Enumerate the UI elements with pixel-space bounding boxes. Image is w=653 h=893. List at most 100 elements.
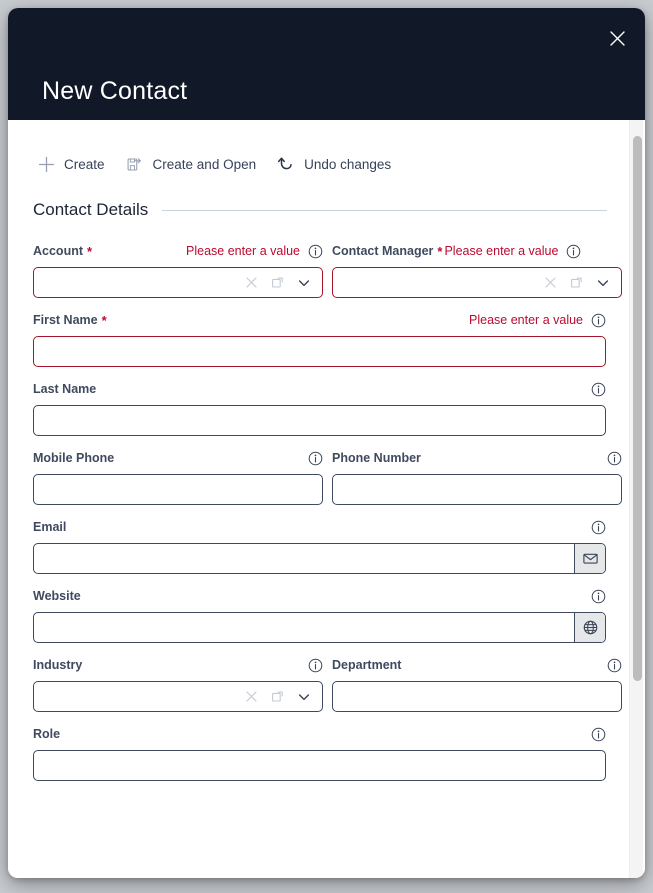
account-lookup[interactable] (33, 267, 323, 298)
last-name-field[interactable] (33, 405, 606, 436)
field-label-row: Contact Manager * Please enter a value (332, 240, 622, 262)
field-website: Website (33, 585, 606, 643)
action-toolbar: Create Create and Open Undo changes (8, 120, 645, 182)
first-name-label: First Name (33, 313, 98, 327)
open-in-new-icon[interactable] (570, 276, 583, 289)
contact-manager-error-message: Please enter a value (444, 244, 559, 258)
undo-icon (276, 154, 296, 174)
envelope-icon[interactable] (574, 544, 605, 573)
vertical-scrollbar[interactable] (629, 120, 643, 878)
last-name-label: Last Name (33, 382, 97, 396)
field-label-row: Email (33, 516, 606, 538)
last-name-input[interactable] (34, 406, 605, 435)
form-row: Role (33, 723, 606, 781)
chevron-down-icon[interactable] (297, 690, 311, 704)
dialog-title: New Contact (42, 77, 188, 105)
close-icon[interactable] (601, 22, 633, 54)
clear-icon[interactable] (544, 276, 557, 289)
field-label-row: Industry (33, 654, 323, 676)
field-label-row: Website (33, 585, 606, 607)
required-asterisk: * (437, 243, 443, 259)
role-label: Role (33, 727, 61, 741)
role-field[interactable] (33, 750, 606, 781)
contact-manager-label: Contact Manager (332, 244, 434, 258)
industry-input[interactable] (34, 682, 245, 711)
contact-manager-input[interactable] (333, 268, 544, 297)
phone-number-field[interactable] (332, 474, 622, 505)
website-input[interactable] (34, 613, 574, 642)
phone-number-input[interactable] (333, 475, 621, 504)
industry-lookup[interactable] (33, 681, 323, 712)
globe-icon[interactable] (574, 613, 605, 642)
new-contact-dialog: New Contact Create Create and Open Undo … (8, 8, 645, 878)
department-input[interactable] (333, 682, 621, 711)
chevron-down-icon[interactable] (596, 276, 610, 290)
info-icon[interactable] (591, 382, 606, 397)
section-header-contact-details: Contact Details (33, 200, 607, 220)
email-field[interactable] (33, 543, 606, 574)
create-and-open-button-label: Create and Open (152, 156, 257, 172)
save-and-open-icon (125, 154, 145, 174)
field-first-name: First Name * Please enter a value (33, 309, 606, 367)
department-field[interactable] (332, 681, 622, 712)
info-icon[interactable] (566, 244, 581, 259)
info-icon[interactable] (591, 727, 606, 742)
field-contact-manager: Contact Manager * Please enter a value (332, 240, 622, 298)
info-icon[interactable] (591, 589, 606, 604)
role-input[interactable] (34, 751, 605, 780)
field-label-row: Department (332, 654, 622, 676)
field-label-row: Last Name (33, 378, 606, 400)
form-row: Last Name (33, 378, 606, 436)
form-row: Mobile Phone Phone Number (33, 447, 622, 505)
first-name-input[interactable] (34, 337, 605, 366)
field-phone-number: Phone Number (332, 447, 622, 505)
undo-changes-button[interactable]: Undo changes (276, 154, 391, 174)
field-industry: Industry (33, 654, 323, 712)
create-and-open-button[interactable]: Create and Open (125, 154, 257, 174)
info-icon[interactable] (308, 658, 323, 673)
dialog-body: Create Create and Open Undo changes Cont… (8, 120, 645, 878)
account-label: Account (33, 244, 83, 258)
industry-label: Industry (33, 658, 83, 672)
section-title: Contact Details (33, 200, 149, 219)
contact-details-form: Account * Please enter a value Contact M… (8, 220, 645, 781)
account-input[interactable] (34, 268, 245, 297)
info-icon[interactable] (308, 451, 323, 466)
field-department: Department (332, 654, 622, 712)
info-icon[interactable] (607, 658, 622, 673)
first-name-field[interactable] (33, 336, 606, 367)
field-role: Role (33, 723, 606, 781)
scrollbar-thumb[interactable] (633, 136, 642, 681)
field-account: Account * Please enter a value (33, 240, 323, 298)
form-row: First Name * Please enter a value (33, 309, 606, 367)
email-label: Email (33, 520, 67, 534)
mobile-phone-field[interactable] (33, 474, 323, 505)
email-input[interactable] (34, 544, 574, 573)
undo-changes-button-label: Undo changes (304, 156, 392, 172)
open-in-new-icon[interactable] (271, 690, 284, 703)
open-in-new-icon[interactable] (271, 276, 284, 289)
mobile-phone-input[interactable] (34, 475, 322, 504)
info-icon[interactable] (607, 451, 622, 466)
form-row: Account * Please enter a value Contact M… (33, 240, 622, 298)
field-mobile-phone: Mobile Phone (33, 447, 323, 505)
contact-manager-lookup[interactable] (332, 267, 622, 298)
info-icon[interactable] (308, 244, 323, 259)
first-name-error-message: Please enter a value (469, 313, 583, 327)
mobile-phone-label: Mobile Phone (33, 451, 115, 465)
info-icon[interactable] (591, 520, 606, 535)
website-field[interactable] (33, 612, 606, 643)
field-label-row: Account * Please enter a value (33, 240, 323, 262)
lookup-actions (245, 690, 322, 704)
field-label-row: Phone Number (332, 447, 622, 469)
lookup-actions (245, 276, 322, 290)
clear-icon[interactable] (245, 276, 258, 289)
clear-icon[interactable] (245, 690, 258, 703)
plus-icon (36, 154, 56, 174)
field-label-row: Mobile Phone (33, 447, 323, 469)
create-button-label: Create (64, 156, 105, 172)
create-button[interactable]: Create (36, 154, 105, 174)
info-icon[interactable] (591, 313, 606, 328)
field-last-name: Last Name (33, 378, 606, 436)
chevron-down-icon[interactable] (297, 276, 311, 290)
